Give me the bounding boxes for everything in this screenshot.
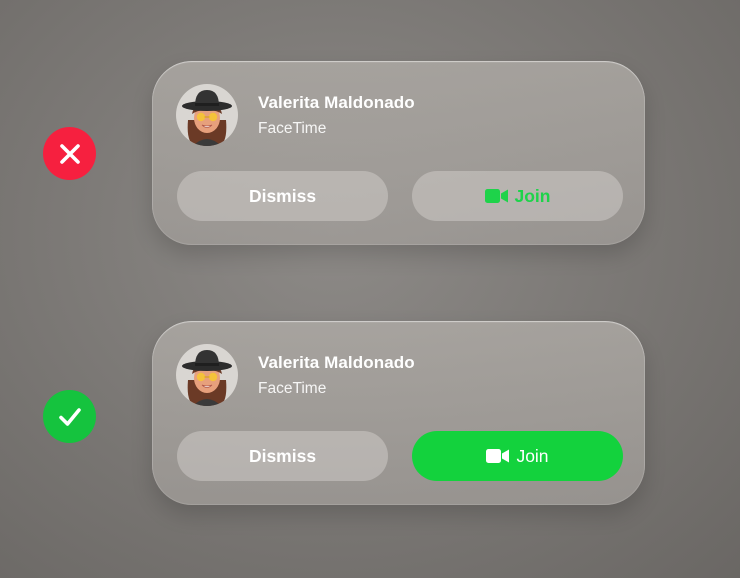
app-name: FaceTime (258, 120, 327, 137)
incorrect-x-icon (43, 127, 96, 180)
app-name: FaceTime (258, 380, 327, 397)
facetime-notification-correct: Valerita Maldonado FaceTime Dismiss Join (152, 321, 645, 505)
facetime-notification-incorrect: Valerita Maldonado FaceTime Dismiss Join (152, 61, 645, 245)
video-camera-icon (486, 448, 510, 464)
correct-checkmark-icon (43, 390, 96, 443)
join-label: Join (514, 185, 551, 206)
join-button[interactable]: Join (412, 431, 623, 481)
memoji-avatar (176, 84, 238, 146)
video-camera-icon (484, 188, 509, 204)
dismiss-button[interactable]: Dismiss (177, 171, 388, 221)
dismiss-button[interactable]: Dismiss (177, 431, 388, 481)
memoji-avatar (176, 344, 238, 406)
join-label: Join (516, 445, 549, 466)
caller-name: Valerita Maldonado (258, 353, 415, 372)
join-button[interactable]: Join (412, 171, 623, 221)
caller-name: Valerita Maldonado (258, 93, 415, 112)
dismiss-label: Dismiss (248, 445, 317, 466)
dismiss-label: Dismiss (248, 185, 317, 206)
